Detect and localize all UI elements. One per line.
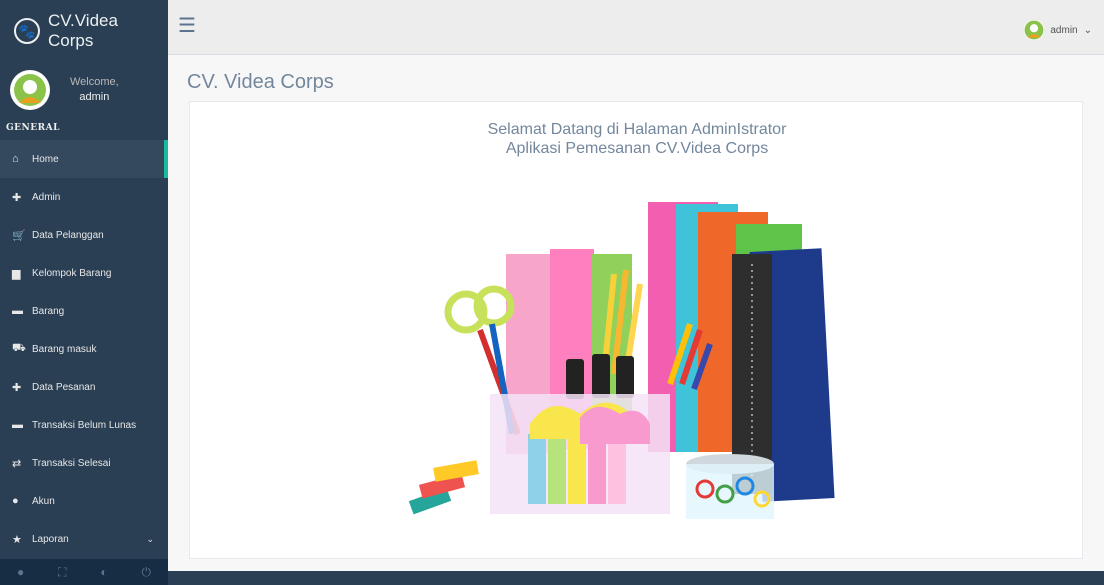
- minus-icon: ▬: [12, 419, 23, 431]
- main-content: CV. Videa Corps Selamat Datang di Halama…: [168, 55, 1104, 571]
- content-panel: Selamat Datang di Halaman AdminIstrator …: [189, 101, 1083, 559]
- sidebar-item-home[interactable]: ⌂ Home: [0, 140, 168, 178]
- sidebar-item-label: Transaksi Selesai: [32, 457, 111, 469]
- user-icon: ●: [12, 495, 19, 507]
- welcome-line-1: Selamat Datang di Halaman AdminIstrator: [487, 121, 787, 138]
- stationery-illustration: [408, 202, 835, 519]
- eye-slash-icon[interactable]: ◐: [100, 565, 107, 579]
- user-icon[interactable]: ●: [17, 565, 24, 579]
- user-dropdown[interactable]: admin ⌄: [1024, 20, 1092, 40]
- avatar[interactable]: [10, 70, 50, 110]
- footer-bar: [168, 571, 1104, 585]
- briefcase-icon: ▆: [12, 267, 21, 280]
- plus-icon: ✚: [12, 191, 22, 204]
- welcome-message: Selamat Datang di Halaman AdminIstrator …: [190, 120, 1084, 158]
- sidebar-item-label: Barang masuk: [32, 343, 97, 355]
- sidebar-item-transaksi-belum-lunas[interactable]: ▬ Transaksi Belum Lunas: [0, 406, 168, 444]
- user-avatar-icon: [14, 74, 46, 106]
- profile-info: Welcome, admin: [70, 75, 119, 105]
- sidebar-item-label: Data Pesanan: [32, 381, 96, 393]
- hamburger-menu-icon[interactable]: ☰: [178, 16, 196, 36]
- page-title: CV. Videa Corps: [187, 71, 334, 93]
- sidebar-item-kelompok-barang[interactable]: ▆ Kelompok Barang: [0, 254, 168, 292]
- welcome-label: Welcome,: [70, 76, 119, 88]
- sidebar-item-akun[interactable]: ● Akun: [0, 482, 168, 520]
- sidebar-item-label: Akun: [32, 495, 55, 507]
- sidebar-item-label: Transaksi Belum Lunas: [32, 419, 137, 431]
- power-off-icon[interactable]: ⏻: [142, 565, 152, 580]
- brand-title: CV.Videa Corps: [48, 11, 118, 50]
- sidebar-item-transaksi-selesai[interactable]: ⇄ Transaksi Selesai: [0, 444, 168, 482]
- cart-icon: 🛒: [12, 229, 26, 242]
- paw-icon: 🐾: [14, 18, 40, 44]
- menu-section-title: GENERAL: [6, 123, 60, 133]
- profile-name: admin: [79, 91, 110, 103]
- retweet-icon: ⇄: [12, 457, 22, 470]
- user-avatar-icon: [1024, 20, 1045, 40]
- sidebar-item-label: Kelompok Barang: [32, 267, 112, 279]
- sidebar-item-admin[interactable]: ✚ Admin: [0, 178, 168, 216]
- sidebar-item-label: Barang: [32, 305, 65, 317]
- truck-icon: ▬: [12, 305, 23, 317]
- chevron-down-icon: ⌄: [146, 533, 154, 544]
- sidebar-footer: ● ⛶ ◐ ⏻: [0, 559, 168, 585]
- welcome-line-2: Aplikasi Pemesanan CV.Videa Corps: [505, 140, 769, 157]
- sidebar: 🐾 CV.Videa Corps Welcome, admin GENERAL …: [0, 0, 168, 585]
- chevron-down-icon: ⌄: [1083, 24, 1092, 36]
- home-icon: ⌂: [12, 153, 19, 165]
- cart-arrow-icon: ⛟: [12, 342, 26, 354]
- sidebar-item-laporan[interactable]: ★ Laporan ⌄: [0, 520, 168, 558]
- brand-link[interactable]: 🐾 CV.Videa Corps: [0, 0, 168, 62]
- sidebar-item-barang[interactable]: ▬ Barang: [0, 292, 168, 330]
- sidebar-item-data-pesanan[interactable]: ✚ Data Pesanan: [0, 368, 168, 406]
- sidebar-item-barang-masuk[interactable]: ⛟ Barang masuk: [0, 330, 168, 368]
- top-navbar: ☰ admin ⌄: [168, 0, 1104, 55]
- sidebar-item-label: Home: [32, 153, 59, 165]
- sidebar-item-data-pelanggan[interactable]: 🛒 Data Pelanggan: [0, 216, 168, 254]
- sidebar-menu: ⌂ Home ✚ Admin 🛒 Data Pelanggan ▆ Kelompok Bara…: [0, 140, 168, 558]
- user-name: admin: [1050, 24, 1078, 36]
- plus-icon: ✚: [12, 381, 22, 394]
- star-icon: ★: [12, 533, 22, 546]
- profile-block: Welcome, admin: [0, 64, 168, 116]
- sidebar-item-label: Laporan: [32, 533, 69, 545]
- sidebar-item-label: Data Pelanggan: [32, 229, 104, 241]
- sidebar-item-label: Admin: [32, 191, 61, 203]
- fullscreen-icon[interactable]: ⛶: [58, 565, 66, 580]
